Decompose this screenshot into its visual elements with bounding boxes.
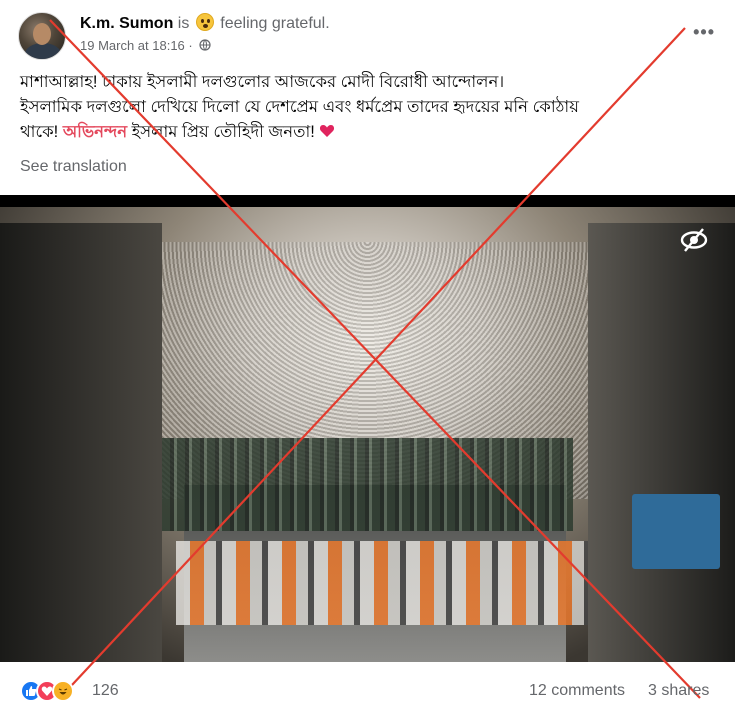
post-text-line-3-start: থাকে! [20, 123, 59, 141]
globe-icon[interactable] [199, 39, 211, 51]
more-options-icon[interactable]: ••• [693, 22, 715, 43]
comments-count[interactable]: 12 comments [529, 682, 625, 700]
reaction-count[interactable]: 126 [92, 682, 119, 700]
post-body: মাশাআল্লাহ! ঢাকায় ইসলামী দলগুলোর আজকের … [20, 70, 720, 145]
post-text-line-2: ইসলামিক দলগুলো দেখিয়ে দিলো যে দেশপ্রেম … [20, 98, 579, 116]
meta-separator: · [188, 38, 193, 53]
post-meta: 19 March at 18:16 · [80, 38, 211, 53]
post-timestamp[interactable]: 19 March at 18:16 [80, 38, 185, 53]
activity-text: feeling grateful. [220, 15, 330, 32]
post-header: K.m. Sumon is feeling grateful. 19 March… [14, 10, 721, 62]
eye-icon[interactable] [679, 225, 709, 255]
haha-icon[interactable] [52, 680, 74, 702]
activity-prefix: is [177, 15, 190, 32]
post-text-line-1: মাশাআল্লাহ! ঢাকায় ইসলামী দলগুলোর আজকের … [20, 73, 505, 91]
post-footer: 126 12 comments 3 shares [0, 672, 735, 712]
see-translation-link[interactable]: See translation [20, 158, 127, 176]
post-text-line-3: থাকে! অভিনন্দন ইসলাম প্রিয় তৌহিদী জনতা! [20, 120, 720, 145]
post-text-line-3-end: ইসলাম প্রিয় তৌহিদী জনতা! [131, 123, 315, 141]
highlighted-word: অভিনন্দন [62, 123, 128, 141]
post-photo[interactable] [0, 195, 735, 662]
author-name[interactable]: K.m. Sumon [80, 15, 173, 32]
avatar[interactable] [18, 12, 66, 60]
heart-icon [320, 125, 335, 137]
author-line: K.m. Sumon is feeling grateful. [80, 13, 330, 33]
shares-count[interactable]: 3 shares [648, 682, 709, 700]
grateful-emoji-icon [195, 13, 214, 31]
